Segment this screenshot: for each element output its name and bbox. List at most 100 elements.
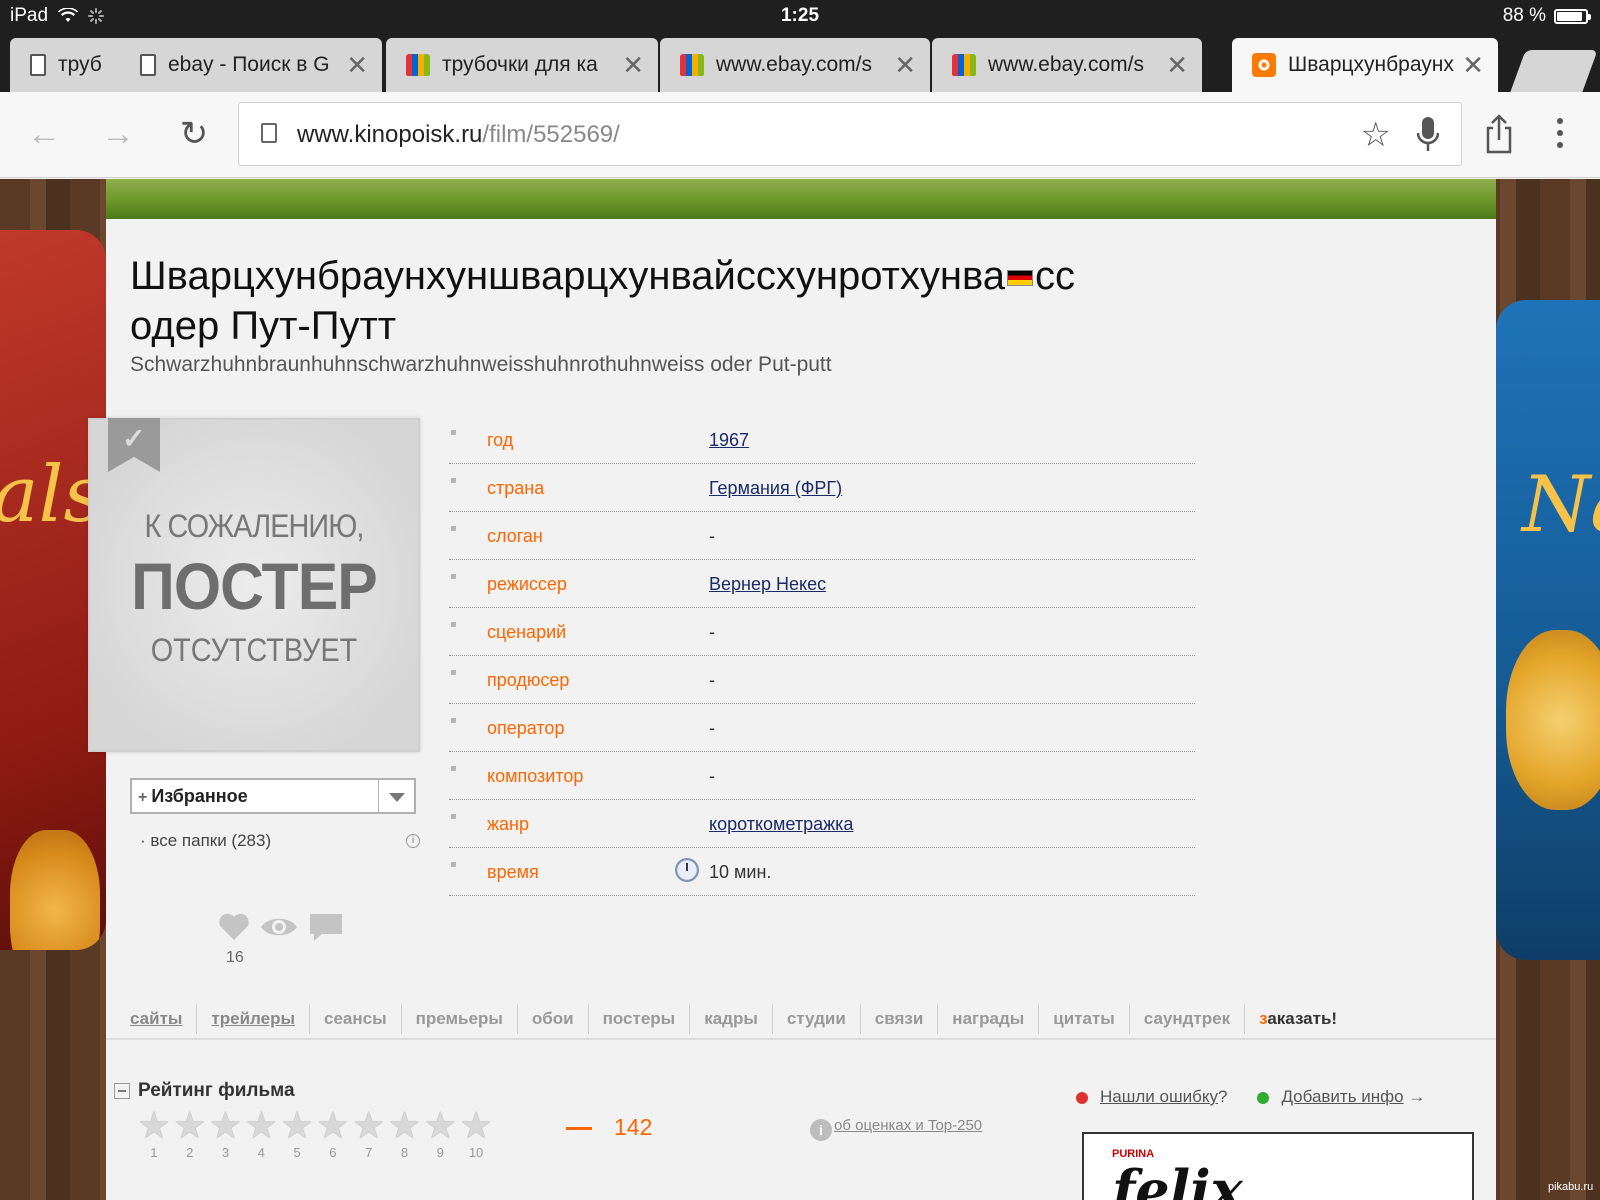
info-row-tagline: слоган -	[449, 512, 1195, 560]
nav-link-stills[interactable]: кадры	[689, 1004, 772, 1034]
status-bar: iPad 1:25 88 %	[0, 0, 1600, 32]
nav-link-sites[interactable]: сайты	[130, 1004, 196, 1034]
tab-3[interactable]: трубочки для ка ✕	[386, 38, 658, 92]
microphone-icon[interactable]	[1417, 117, 1439, 153]
tab-label: Шварцхунбраунх	[1288, 53, 1454, 76]
collapse-icon[interactable]	[114, 1083, 130, 1099]
close-icon[interactable]: ✕	[1462, 50, 1484, 81]
eye-icon[interactable]	[260, 914, 298, 940]
add-info[interactable]: Добавить инфо →	[1257, 1087, 1425, 1107]
url-text[interactable]: www.kinopoisk.ru/film/552569/	[297, 121, 620, 149]
info-row-country: страна Германия (ФРГ)	[449, 464, 1195, 512]
info-value-link[interactable]: Вернер Некес	[709, 574, 826, 595]
ebay-icon	[680, 54, 704, 76]
battery-icon	[1554, 8, 1591, 24]
ad-banner[interactable]: PURINA felix	[1082, 1132, 1474, 1200]
film-page: Шварцхунбраунхуншварцхунвайссхунротхунва…	[88, 219, 1496, 1200]
rating-star[interactable]: ★ 1	[136, 1107, 172, 1161]
share-icon[interactable]	[1484, 114, 1514, 154]
rating-star[interactable]: ★ 8	[387, 1105, 423, 1161]
nav-link-soundtrack[interactable]: саундтрек	[1128, 1004, 1244, 1034]
report-error[interactable]: Нашли ошибку?	[1076, 1087, 1227, 1107]
title-line2: одер Пут-Путт	[130, 304, 397, 348]
bookmark-icon[interactable]	[108, 418, 160, 472]
reload-button[interactable]: ↻	[174, 114, 214, 154]
star-icon: ★	[173, 1105, 207, 1146]
forward-button[interactable]: →	[98, 114, 138, 154]
info-row-screenplay: сценарий -	[449, 608, 1195, 656]
all-folders-link[interactable]: · все папки (283)	[140, 831, 271, 851]
nav-link-wallpapers[interactable]: обои	[516, 1004, 588, 1034]
info-key: год	[487, 430, 514, 450]
info-key: оператор	[487, 718, 565, 738]
info-value-link[interactable]: Германия (ФРГ)	[709, 478, 842, 499]
rating-star[interactable]: ★ 6	[315, 1107, 351, 1161]
original-title: Schwarzhuhnbraunhuhnschwarzhuhnweisshuhn…	[130, 353, 832, 376]
nav-link-order[interactable]: заказать!	[1244, 1004, 1351, 1034]
info-row-director: режиссер Вернер Некес	[449, 560, 1195, 608]
rating-star[interactable]: ★ 10	[458, 1105, 494, 1161]
page-title: Шварцхунбраунхуншварцхунвайссхунротхунва…	[130, 251, 1230, 351]
star-number: 1	[150, 1145, 158, 1160]
tab-4[interactable]: www.ebay.com/s ✕	[660, 38, 930, 92]
about-ratings-link[interactable]: об оценках и Top-250	[834, 1117, 982, 1134]
tab-2[interactable]: ebay - Поиск в G ✕	[120, 38, 382, 92]
comment-icon[interactable]	[308, 912, 344, 942]
chevron-down-icon[interactable]	[378, 780, 414, 812]
poster-line3: ОТСУТСТВУЕТ	[150, 632, 358, 668]
info-value: -	[709, 526, 715, 546]
feedback-links: Нашли ошибку? Добавить инфо →	[1076, 1087, 1425, 1107]
nav-link-trailers[interactable]: трейлеры	[196, 1004, 309, 1034]
nav-link-quotes[interactable]: цитаты	[1038, 1004, 1129, 1034]
nav-link-studios[interactable]: студии	[771, 1004, 860, 1034]
info-value-link[interactable]: короткометражка	[709, 814, 853, 835]
rating-star[interactable]: ★ 9	[422, 1107, 458, 1161]
heart-icon[interactable]	[218, 913, 250, 941]
ad-chips-right[interactable]: Na	[1496, 300, 1600, 960]
info-value-link[interactable]: 1967	[709, 430, 749, 451]
nav-link-premieres[interactable]: премьеры	[400, 1004, 517, 1034]
header-banner	[106, 179, 1496, 219]
page-icon	[30, 54, 46, 76]
kinopoisk-icon	[1252, 53, 1276, 77]
menu-icon[interactable]	[1555, 118, 1565, 152]
close-icon[interactable]: ✕	[894, 50, 916, 81]
watermark: pikabu.ru	[1548, 1181, 1594, 1193]
rating-section-header[interactable]: Рейтинг фильма	[114, 1080, 295, 1102]
minus-icon	[1076, 1091, 1088, 1104]
star-icon: ★	[387, 1105, 422, 1146]
plus-icon: +	[138, 789, 148, 806]
address-bar[interactable]: www.kinopoisk.ru/film/552569/ ☆	[238, 102, 1462, 166]
url-host: www.kinopoisk.ru	[297, 121, 483, 148]
rating-star[interactable]: ★ 2	[172, 1105, 208, 1161]
rating-star[interactable]: ★ 7	[351, 1107, 387, 1161]
close-icon[interactable]: ✕	[1166, 50, 1188, 81]
close-icon[interactable]: ✕	[622, 50, 644, 81]
rating-star[interactable]: ★ 3	[208, 1107, 244, 1161]
tab-5[interactable]: www.ebay.com/s ✕	[932, 38, 1202, 92]
new-tab-button[interactable]	[1510, 50, 1598, 92]
close-icon[interactable]: ✕	[346, 50, 368, 81]
plus-icon	[1257, 1091, 1270, 1104]
nav-link-showtimes[interactable]: сеансы	[308, 1004, 401, 1034]
info-icon: i	[810, 1119, 832, 1141]
add-info-link[interactable]: Добавить инфо	[1281, 1087, 1403, 1106]
tab-active[interactable]: Шварцхунбраунх ✕	[1232, 38, 1498, 92]
bookmark-star-icon[interactable]: ☆	[1361, 115, 1391, 155]
back-button[interactable]: ←	[24, 114, 64, 154]
ad-brand: felix	[1112, 1158, 1243, 1200]
nav-link-posters[interactable]: постеры	[587, 1004, 690, 1034]
rating-star[interactable]: ★ 4	[243, 1107, 279, 1161]
nav-link-connections[interactable]: связи	[859, 1004, 938, 1034]
favorites-dropdown[interactable]: + Избранное	[130, 778, 416, 814]
star-icon: ★	[459, 1105, 493, 1146]
nav-link-awards[interactable]: награды	[937, 1004, 1038, 1034]
info-value: -	[709, 766, 715, 786]
title-line1: Шварцхунбраунхуншварцхунвайссхунротхунва	[130, 254, 1006, 298]
star-number: 7	[365, 1145, 373, 1160]
info-value: -	[709, 718, 715, 738]
info-row-producer: продюсер -	[449, 656, 1195, 704]
report-error-link[interactable]: Нашли ошибку	[1100, 1087, 1218, 1106]
rating-star[interactable]: ★ 5	[279, 1107, 315, 1161]
info-icon[interactable]: i	[406, 834, 420, 848]
